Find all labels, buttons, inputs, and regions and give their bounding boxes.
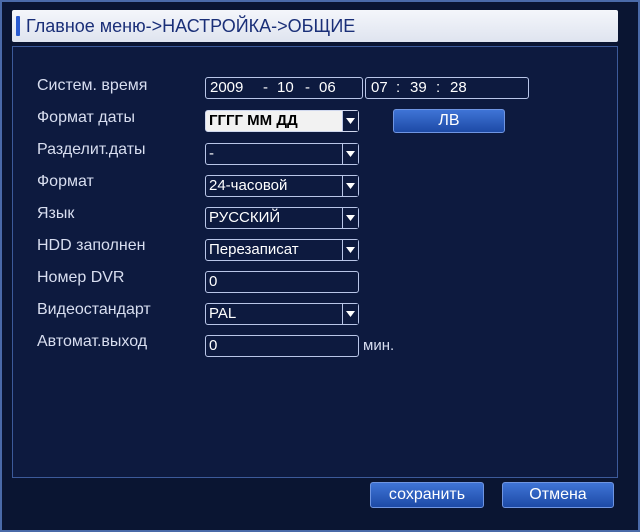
hour-value[interactable]: 07	[371, 79, 388, 96]
year-value[interactable]: 2009	[210, 79, 243, 96]
language-label: Язык	[37, 205, 75, 222]
title-bar: Главное меню->НАСТРОЙКА->ОБЩИЕ	[12, 10, 618, 42]
hdd-full-value: Перезаписат	[209, 241, 299, 258]
date-separator-1: -	[263, 79, 268, 96]
date-separator-label: Разделит.даты	[37, 141, 146, 158]
date-separator-value: -	[209, 145, 214, 162]
video-standard-value: PAL	[209, 305, 237, 322]
settings-window: Главное меню->НАСТРОЙКА->ОБЩИЕ Систем. в…	[0, 0, 640, 532]
second-value[interactable]: 28	[450, 79, 467, 96]
hdd-full-select[interactable]: Перезаписат	[205, 239, 359, 261]
time-input[interactable]: 07 : 39 : 28	[365, 77, 529, 99]
chevron-down-icon[interactable]	[342, 208, 358, 228]
date-separator-2: -	[305, 79, 310, 96]
chevron-down-icon[interactable]	[342, 240, 358, 260]
general-settings-panel: Систем. время 2009 - 10 - 06 07 : 39 : 2…	[12, 46, 618, 478]
cancel-button[interactable]: Отмена	[502, 482, 614, 508]
time-format-select[interactable]: 24-часовой	[205, 175, 359, 197]
auto-logout-label: Автомат.выход	[37, 333, 148, 350]
auto-logout-value: 0	[209, 337, 218, 354]
date-format-select[interactable]: ГГГГ ММ ДД	[205, 110, 359, 132]
minute-value[interactable]: 39	[410, 79, 427, 96]
date-format-label: Формат даты	[37, 109, 135, 126]
time-format-label: Формат	[37, 173, 94, 190]
date-separator-select[interactable]: -	[205, 143, 359, 165]
video-standard-label: Видеостандарт	[37, 301, 151, 318]
time-separator-2: :	[436, 79, 441, 96]
language-value: РУССКИЙ	[209, 209, 281, 226]
auto-logout-unit: мин.	[363, 337, 395, 354]
chevron-down-icon[interactable]	[342, 304, 358, 324]
date-input[interactable]: 2009 - 10 - 06	[205, 77, 363, 99]
day-value[interactable]: 06	[319, 79, 336, 96]
dvr-number-input[interactable]: 0	[205, 271, 359, 293]
save-button[interactable]: сохранить	[370, 482, 484, 508]
time-format-value: 24-часовой	[209, 177, 288, 194]
system-time-label: Систем. время	[37, 77, 148, 94]
time-separator-1: :	[396, 79, 401, 96]
action-bar: сохранить Отмена	[12, 480, 618, 508]
title-accent	[16, 16, 20, 36]
chevron-down-icon[interactable]	[342, 176, 358, 196]
language-select[interactable]: РУССКИЙ	[205, 207, 359, 229]
dvr-number-value: 0	[209, 273, 218, 290]
chevron-down-icon[interactable]	[342, 111, 358, 131]
dst-button[interactable]: ЛВ	[393, 109, 505, 133]
month-value[interactable]: 10	[277, 79, 294, 96]
breadcrumb-title: Главное меню->НАСТРОЙКА->ОБЩИЕ	[26, 16, 356, 36]
hdd-full-label: HDD заполнен	[37, 237, 146, 254]
auto-logout-input[interactable]: 0	[205, 335, 359, 357]
date-format-value: ГГГГ ММ ДД	[209, 112, 298, 129]
dvr-number-label: Номер DVR	[37, 269, 125, 286]
video-standard-select[interactable]: PAL	[205, 303, 359, 325]
chevron-down-icon[interactable]	[342, 144, 358, 164]
